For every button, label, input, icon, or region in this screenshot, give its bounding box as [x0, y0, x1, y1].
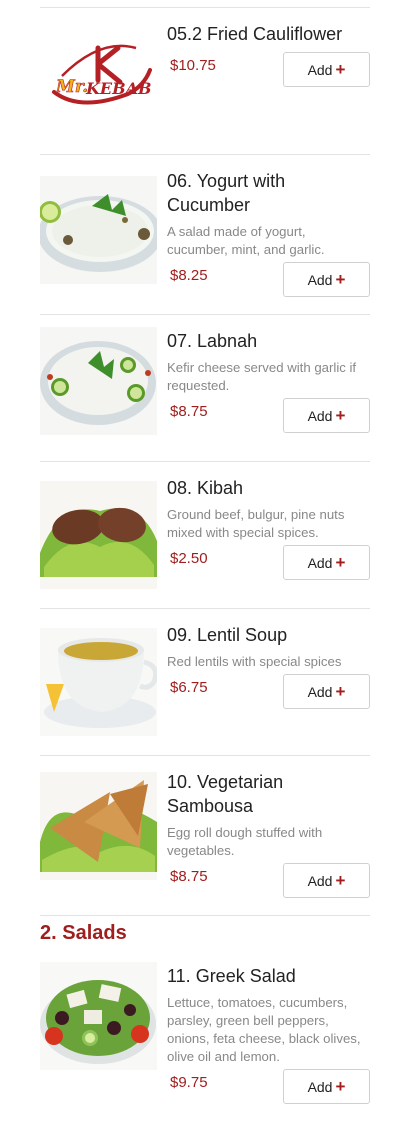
item-price: $2.50: [170, 550, 208, 567]
plus-icon: +: [335, 1077, 346, 1096]
plus-icon: +: [335, 270, 346, 289]
item-price: $9.75: [170, 1074, 208, 1091]
add-button[interactable]: Add +: [283, 863, 370, 898]
item-title: 09. Lentil Soup: [167, 625, 288, 645]
divider: [40, 154, 370, 155]
item-title: 10. Vegetarian Sambousa: [167, 772, 284, 816]
divider: [40, 755, 370, 756]
item-title: 11. Greek Salad: [167, 966, 296, 986]
add-button[interactable]: Add +: [283, 398, 370, 433]
plus-icon: +: [335, 60, 346, 79]
item-title: 07. Labnah: [167, 331, 258, 351]
item-price: $6.75: [170, 679, 208, 696]
item-description: Lettuce, tomatoes, cucumbers, parsley, g…: [167, 995, 361, 1064]
labnah-photo: [40, 327, 157, 435]
item-title: 06. Yogurt with Cucumber: [167, 171, 286, 215]
plus-icon: +: [335, 406, 346, 425]
divider: [40, 461, 370, 462]
add-button[interactable]: Add +: [283, 545, 370, 580]
item-title: 05.2 Fried Cauliflower: [167, 24, 343, 44]
add-button[interactable]: Add +: [283, 674, 370, 709]
divider: [40, 314, 370, 315]
svg-text:Mr.: Mr.: [55, 77, 88, 97]
sambousa-photo: [40, 772, 157, 880]
item-description: A salad made of yogurt, cucumber, mint, …: [167, 224, 325, 257]
plus-icon: +: [335, 682, 346, 701]
plus-icon: +: [335, 553, 346, 572]
item-price: $10.75: [170, 57, 216, 74]
item-price: $8.75: [170, 403, 208, 420]
add-button[interactable]: Add +: [283, 262, 370, 297]
add-label: Add: [307, 61, 333, 78]
greek-salad-photo: [40, 962, 157, 1070]
add-label: Add: [307, 1078, 333, 1095]
item-price: $8.25: [170, 267, 208, 284]
item-price: $8.75: [170, 868, 208, 885]
restaurant-logo: Mr. KEBAB: [40, 20, 157, 128]
divider: [40, 608, 370, 609]
item-description: Ground beef, bulgur, pine nuts mixed wit…: [167, 507, 345, 540]
add-button[interactable]: Add +: [283, 52, 370, 87]
item-description: Red lentils with special spices: [167, 654, 342, 669]
yogurt-cucumber-photo: [40, 176, 157, 284]
divider: [40, 915, 370, 916]
section-title: 2. Salads: [40, 922, 127, 944]
item-description: Kefir cheese served with garlic if reque…: [167, 360, 357, 393]
add-label: Add: [307, 554, 333, 571]
plus-icon: +: [335, 871, 346, 890]
item-description: Egg roll dough stuffed with vegetables.: [167, 825, 323, 858]
item-title: 08. Kibah: [167, 478, 244, 498]
add-label: Add: [307, 683, 333, 700]
kibah-photo: [40, 481, 157, 589]
divider: [40, 7, 370, 8]
add-label: Add: [307, 407, 333, 424]
add-label: Add: [307, 271, 333, 288]
add-button[interactable]: Add +: [283, 1069, 370, 1104]
lentil-soup-photo: [40, 628, 157, 736]
add-label: Add: [307, 872, 333, 889]
